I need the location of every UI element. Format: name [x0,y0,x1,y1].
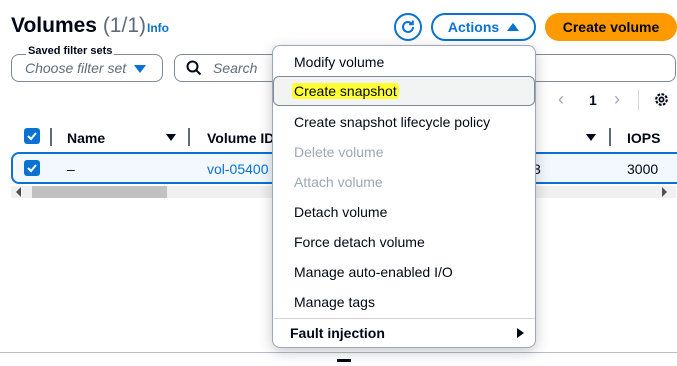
menu-item-label: Attach volume [294,174,383,190]
menu-item-create-snapshot-lifecycle-policy[interactable]: Create snapshot lifecycle policy [274,107,534,137]
menu-item-label: Delete volume [294,144,384,160]
menu-item-label: Force detach volume [294,234,425,250]
cell-volume-id-link[interactable]: vol-05400 [207,161,269,177]
scroll-right-icon[interactable] [662,187,667,197]
column-separator [50,128,52,146]
check-icon [27,164,37,173]
cell-name: – [67,161,75,177]
refresh-button[interactable] [394,13,422,41]
menu-item-label: Detach volume [294,204,388,220]
caret-down-icon [134,65,146,73]
sort-icon[interactable] [586,134,596,141]
cell-iops: 3000 [627,161,659,177]
caret-right-icon [517,328,524,338]
menu-item-manage-auto-enabled-io[interactable]: Manage auto-enabled I/O [274,257,534,287]
menu-item-modify-volume[interactable]: Modify volume [274,47,534,77]
menu-item-attach-volume: Attach volume [274,167,534,197]
saved-filter-sets-placeholder: Choose filter set [25,60,127,76]
menu-group-label: Fault injection [290,325,385,341]
sort-icon[interactable] [166,134,176,141]
menu-group-fault-injection[interactable]: Fault injection [274,318,534,348]
menu-item-manage-tags[interactable]: Manage tags [274,287,534,317]
column-header-name[interactable]: Name [67,130,105,146]
page-title-text: Volumes [11,14,97,37]
column-separator [188,128,190,146]
next-page-button[interactable]: › [614,89,620,110]
saved-filter-sets-label: Saved filter sets [26,45,115,57]
menu-item-delete-volume: Delete volume [274,137,534,167]
menu-item-label: Manage tags [294,294,375,310]
column-header-volume-id[interactable]: Volume ID [207,130,274,146]
panel-divider [0,352,677,353]
create-volume-button[interactable]: Create volume [545,13,677,41]
select-all-checkbox[interactable] [24,128,40,144]
scrollbar-thumb[interactable] [32,186,167,198]
volume-count: (1/1) [102,14,146,37]
search-icon [186,60,202,76]
info-link[interactable]: Info [147,21,169,35]
menu-item-label: Create snapshot lifecycle policy [294,114,491,130]
refresh-icon [402,20,414,33]
search-placeholder: Search [213,60,258,76]
actions-menu: Modify volume Create snapshot Create sna… [272,45,536,348]
page-number[interactable]: 1 [589,92,597,108]
actions-button[interactable]: Actions [431,13,536,41]
menu-item-label: Manage auto-enabled I/O [294,264,453,280]
menu-item-detach-volume[interactable]: Detach volume [274,197,534,227]
previous-page-button[interactable]: ‹ [558,89,564,110]
scroll-left-icon[interactable] [16,187,21,197]
menu-item-create-snapshot[interactable]: Create snapshot [273,76,535,106]
column-separator [609,128,611,146]
gear-icon[interactable] [653,91,670,108]
row-checkbox[interactable] [24,160,40,176]
menu-item-label: Modify volume [294,54,385,70]
check-icon [27,132,37,141]
column-header-iops[interactable]: IOPS [627,130,660,146]
resize-handle[interactable] [337,359,351,362]
saved-filter-sets-select[interactable]: Choose filter set [11,54,163,82]
caret-up-icon [507,23,520,31]
menu-item-label: Create snapshot [292,83,399,99]
actions-button-label: Actions [447,19,500,35]
page-title: Volumes (1/1) [11,14,146,38]
menu-item-force-detach-volume[interactable]: Force detach volume [274,227,534,257]
divider [638,90,639,110]
